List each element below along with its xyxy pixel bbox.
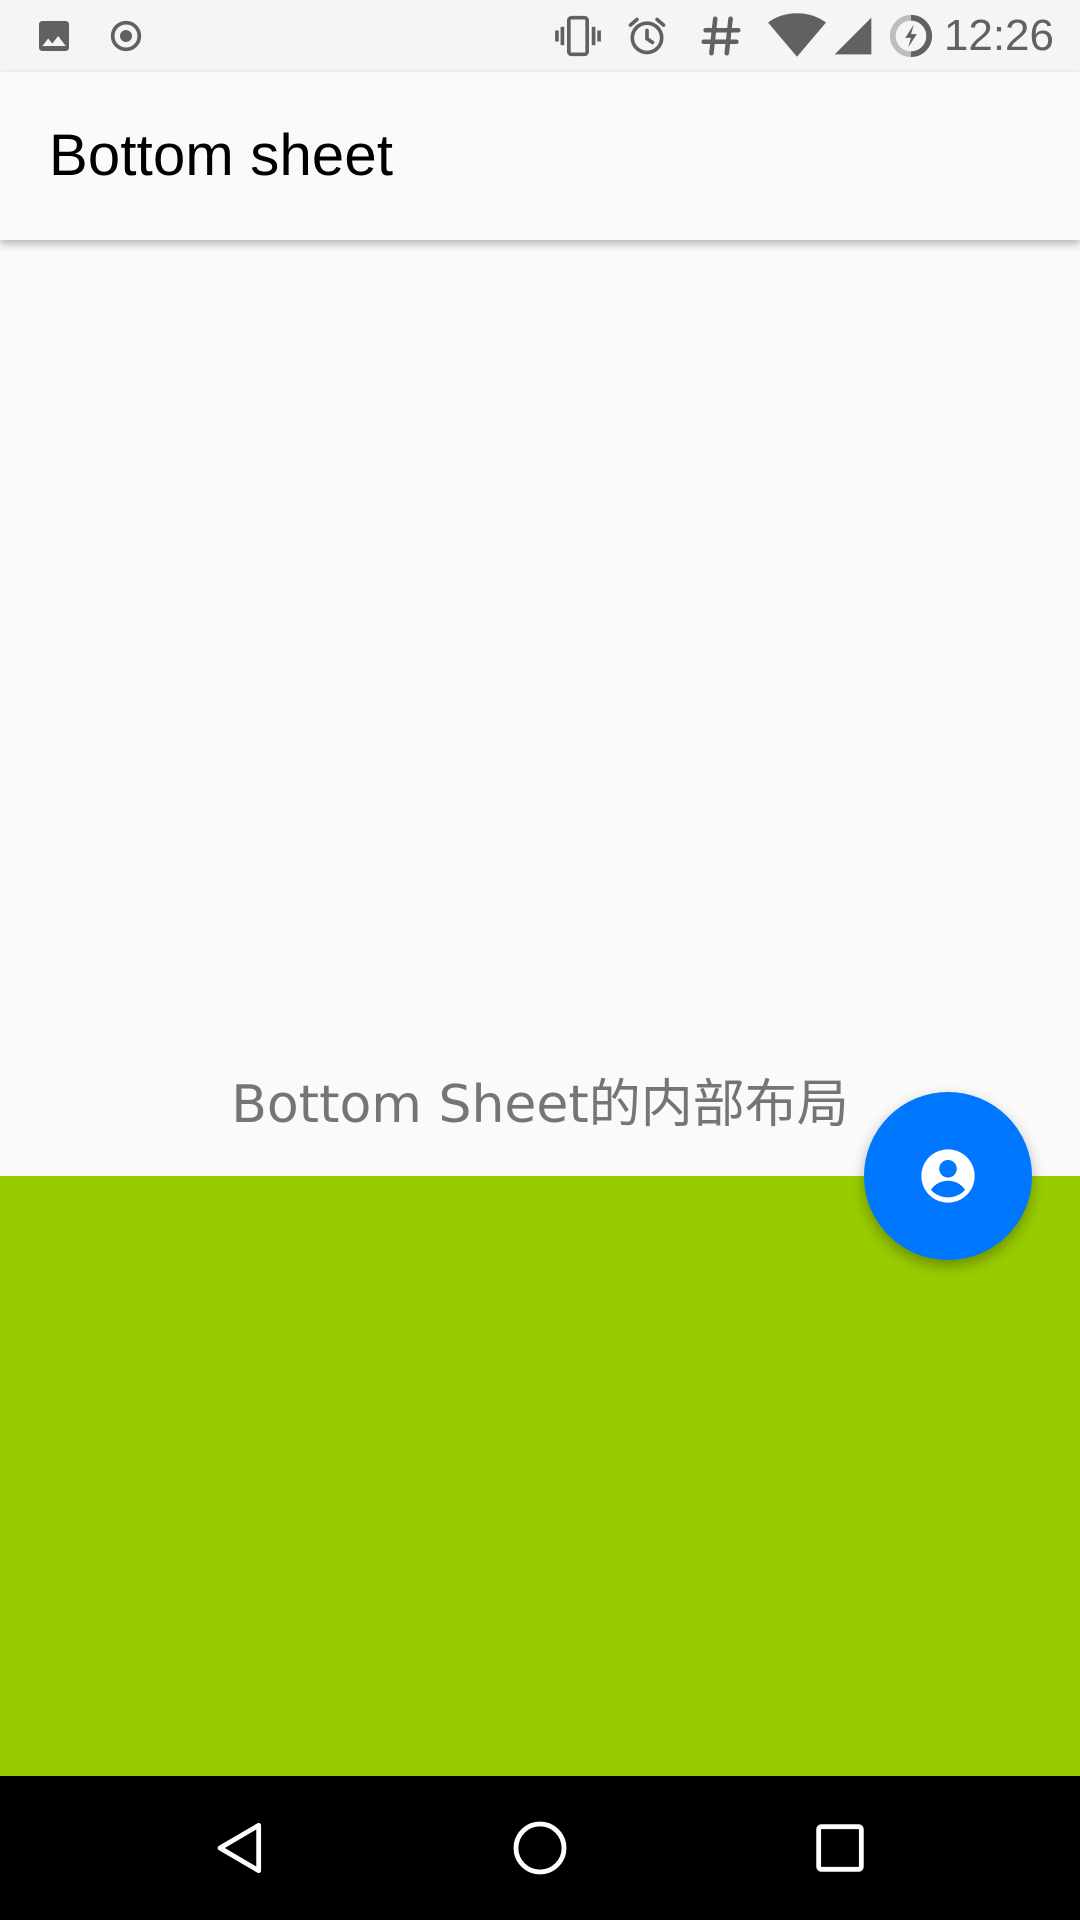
record-icon [104, 14, 148, 58]
account-circle-icon [916, 1144, 980, 1208]
cell-signal-icon [830, 14, 876, 58]
hash-icon [694, 14, 748, 58]
app-bar: Bottom sheet [0, 72, 1080, 240]
screen: 12:26 Bottom sheet Bottom Sheet的内部布局 [0, 0, 1080, 1920]
status-bar: 12:26 [0, 0, 1080, 72]
back-button[interactable] [200, 1808, 280, 1888]
home-button[interactable] [500, 1808, 580, 1888]
recents-icon [808, 1816, 872, 1880]
home-icon [508, 1816, 572, 1880]
wifi-icon [766, 13, 828, 58]
fab-account-button[interactable] [864, 1092, 1032, 1260]
vibrate-icon [550, 14, 606, 58]
main-content: Bottom Sheet的内部布局 [0, 240, 1080, 1176]
alarm-icon [622, 14, 672, 58]
battery-charging-icon [886, 14, 936, 58]
back-icon [208, 1816, 272, 1880]
status-time: 12:26 [943, 11, 1054, 60]
image-icon [32, 14, 76, 58]
recents-button[interactable] [800, 1808, 880, 1888]
bottom-sheet[interactable] [0, 1176, 1080, 1776]
navigation-bar [0, 1776, 1080, 1920]
page-title: Bottom sheet [49, 123, 394, 188]
